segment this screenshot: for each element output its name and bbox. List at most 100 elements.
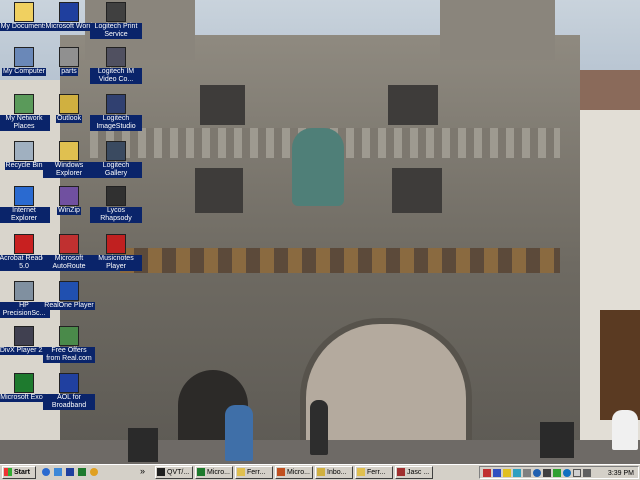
system-tray: 3:39 PM [479,466,639,479]
tray-icon[interactable] [513,469,521,477]
tray-icon[interactable] [543,469,551,477]
desktop-icon[interactable]: Logitech Print Service [90,2,142,39]
taskbar-window-label: Micro... [287,469,310,476]
wallpaper-person [225,405,253,461]
desktop-icon-label: Logitech ImageStudio [90,115,142,131]
taskbar-window-button[interactable]: Inbo... [315,466,353,479]
ie-icon[interactable] [42,468,50,476]
network-icon [14,94,34,114]
wallpaper-statue [292,128,344,206]
outlook-icon [59,94,79,114]
desktop-icon[interactable]: AOL for Broadband [43,373,95,410]
outlook-express-icon[interactable] [54,468,62,476]
media-icon[interactable] [90,468,98,476]
taskbar-window-button[interactable]: QVT/... [155,466,193,479]
real-offers-icon [59,326,79,346]
desktop-icon[interactable]: RealOne Player [43,281,95,310]
taskbar-window-button[interactable]: Micro... [275,466,313,479]
tray-icon[interactable] [553,469,561,477]
desktop-icon-label: Microsoft AutoRoute [43,255,95,271]
excel-icon [14,373,34,393]
desktop-icon-label: My Computer [1,68,46,76]
desktop-icon-label: Logitech IM Video Co... [90,68,142,84]
excel-icon[interactable] [78,468,86,476]
desktop-icon-label: Musicnotes Player [90,255,142,271]
desktop-icon[interactable]: Free Offers from Real.com [43,326,95,363]
desktop-icon[interactable]: Microsoft Word [43,2,95,31]
wallpaper-right-tower [440,0,555,60]
tray-icon[interactable] [493,469,501,477]
wallpaper-right-shopfront [600,310,640,420]
desktop-icon-label: Outlook [55,115,83,123]
word-icon [59,2,79,22]
taskbar-window-button[interactable]: Ferr... [355,466,393,479]
outlook-icon [317,468,325,477]
tray-icon[interactable] [573,469,581,477]
rhapsody-icon [106,186,126,206]
word-icon[interactable] [66,468,74,476]
wallpaper-bin [540,422,574,458]
internet-explorer-icon [14,186,34,206]
explorer-icon [59,141,79,161]
explorer-icon [357,468,365,477]
taskbar-window-button[interactable]: Ferr... [235,466,273,479]
musicnotes-icon [106,234,126,254]
tray-icon[interactable] [533,469,541,477]
tray-icon[interactable] [523,469,531,477]
desktop-icon-label: Recycle Bin [4,162,44,170]
taskbar-window-label: Ferr... [367,469,386,476]
realone-icon [59,281,79,301]
desktop-icon[interactable]: WinZip [43,186,95,215]
logitech-imagestudio-icon [106,94,126,114]
desktop-icon-label: RealOne Player [43,302,95,310]
volume-icon[interactable] [583,469,591,477]
wallpaper-window [200,85,245,125]
desktop-icon[interactable]: Outlook [43,94,95,123]
taskbar-window-button[interactable]: Micro... [195,466,233,479]
desktop-icon-label: Windows Explorer [43,162,95,178]
taskbar-window-label: QVT/... [167,469,190,476]
wallpaper-bin [128,428,158,462]
powerpoint-icon [277,468,285,477]
taskbar-window-button[interactable]: Jasc ... [395,466,433,479]
desktop-icon[interactable]: parts [43,47,95,76]
desktop-icon-label: Microsoft Excel [0,394,49,402]
desktop-icon[interactable]: Logitech IM Video Co... [90,47,142,84]
desktop-icon[interactable]: Musicnotes Player [90,234,142,271]
clock[interactable]: 3:39 PM [608,468,634,479]
taskbar-window-label: Micro... [207,469,230,476]
desktop-icon-label: Free Offers from Real.com [43,347,95,363]
shortcut-icon [59,47,79,67]
logitech-icon [106,2,126,22]
taskbar-window-label: Jasc ... [407,469,430,476]
desktop-icon[interactable]: Lycos Rhapsody [90,186,142,223]
tray-icon[interactable] [563,469,571,477]
wallpaper-window [392,168,442,213]
autoroute-icon [59,234,79,254]
taskbar-window-label: Ferr... [247,469,266,476]
desktop-icon[interactable]: Logitech Gallery [90,141,142,178]
desktop-icon[interactable]: Logitech ImageStudio [90,94,142,131]
start-button[interactable]: Start [2,466,36,479]
terminal-icon [157,468,165,477]
aol-icon [59,373,79,393]
winzip-icon [59,186,79,206]
logitech-gallery-icon [106,141,126,161]
wallpaper-heraldic-band [120,248,560,273]
desktop-wallpaper[interactable]: My Documents My Computer My Network Places… [0,0,640,464]
wallpaper-person [612,410,638,450]
tray-icon[interactable] [483,469,491,477]
start-label: Start [14,469,30,476]
divx-icon [14,326,34,346]
desktop-icon[interactable]: Windows Explorer [43,141,95,178]
overflow-chevron[interactable]: » [140,466,145,476]
logitech-video-icon [106,47,126,67]
desktop-icon-label: WinZip [57,207,81,215]
desktop-icon[interactable]: Microsoft AutoRoute [43,234,95,271]
acrobat-icon [14,234,34,254]
computer-icon [14,47,34,67]
taskbar: Start » QVT/... Micro... Ferr... Micro... In… [0,464,640,480]
desktop-icon-label: Logitech Print Service [90,23,142,39]
tray-icon[interactable] [503,469,511,477]
scanner-icon [14,281,34,301]
